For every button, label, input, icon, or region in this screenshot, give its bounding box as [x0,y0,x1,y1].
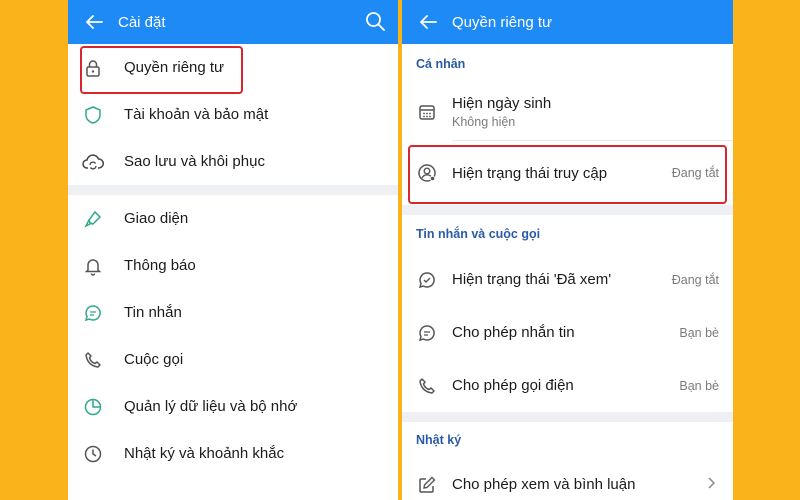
settings-item-label: Sao lưu và khôi phục [124,153,265,170]
privacy-row-birthday[interactable]: Hiện ngày sinh Không hiện [402,84,733,140]
settings-screen: Cài đặt Quyền riêng tư Tài khoản và bảo … [68,0,398,500]
settings-item-timeline[interactable]: Nhật ký và khoảnh khắc [68,430,398,477]
page-title: Cài đặt [118,13,166,31]
bell-icon [82,255,104,277]
row-label: Cho phép nhắn tin [452,324,575,341]
settings-item-label: Tài khoản và bảo mật [124,106,269,123]
row-label: Hiện ngày sinh [452,95,552,112]
chat-icon [82,302,104,324]
back-arrow-icon[interactable] [416,10,440,34]
back-arrow-icon[interactable] [82,10,106,34]
settings-item-label: Cuộc gọi [124,351,184,368]
section-gap [68,185,398,195]
chevron-right-icon [707,477,716,492]
settings-item-calls[interactable]: Cuộc gọi [68,336,398,383]
seen-icon [416,269,438,291]
row-label: Hiện trạng thái 'Đã xem' [452,271,612,288]
settings-item-messages[interactable]: Tin nhắn [68,289,398,336]
settings-item-notifications[interactable]: Thông báo [68,242,398,289]
row-value: Bạn bè [679,325,719,340]
row-value: Bạn bè [679,378,719,393]
privacy-header: Quyền riêng tư [402,0,733,44]
row-label: Cho phép gọi điện [452,377,574,394]
section-header-personal: Cá nhân [416,57,466,71]
settings-header: Cài đặt [68,0,398,44]
settings-item-label: Tin nhắn [124,304,182,321]
edit-icon [416,474,438,496]
highlight-box-privacy [80,46,243,94]
privacy-row-seen-status[interactable]: Hiện trạng thái 'Đã xem' Đang tắt [402,253,733,306]
privacy-row-allow-messages[interactable]: Cho phép nhắn tin Bạn bè [402,306,733,359]
search-icon[interactable] [364,10,388,34]
settings-item-label: Giao diện [124,210,189,227]
settings-item-account-security[interactable]: Tài khoản và bảo mật [68,91,398,138]
clock-icon [82,443,104,465]
privacy-screen: Quyền riêng tư Cá nhân Hiện ngày sinh Kh… [402,0,733,500]
calendar-icon [416,101,438,123]
settings-item-backup-restore[interactable]: Sao lưu và khôi phục [68,138,398,185]
row-label: Cho phép xem và bình luận [452,476,636,493]
row-subtext: Không hiện [452,115,516,129]
section-header-messages-calls: Tin nhắn và cuộc gọi [416,227,541,241]
settings-item-data-storage[interactable]: Quản lý dữ liệu và bộ nhớ [68,383,398,430]
settings-item-label: Nhật ký và khoảnh khắc [124,445,285,462]
pie-chart-icon [82,396,104,418]
phone-icon [416,375,438,397]
highlight-box-online-status [408,145,727,204]
cloud-sync-icon [82,151,104,173]
privacy-row-allow-calls[interactable]: Cho phép gọi điện Bạn bè [402,359,733,412]
section-gap [402,412,733,422]
section-gap [402,205,733,215]
section-header-timeline: Nhật ký [416,433,462,447]
brush-icon [82,208,104,230]
chat-icon [416,322,438,344]
settings-item-appearance[interactable]: Giao diện [68,195,398,242]
privacy-row-allow-view-comment[interactable]: Cho phép xem và bình luận [402,458,733,500]
row-value: Đang tắt [671,272,719,287]
shield-icon [82,104,104,126]
page-title: Quyền riêng tư [452,13,553,31]
phone-icon [82,349,104,371]
settings-item-label: Quản lý dữ liệu và bộ nhớ [124,398,298,415]
settings-item-label: Thông báo [124,257,196,274]
